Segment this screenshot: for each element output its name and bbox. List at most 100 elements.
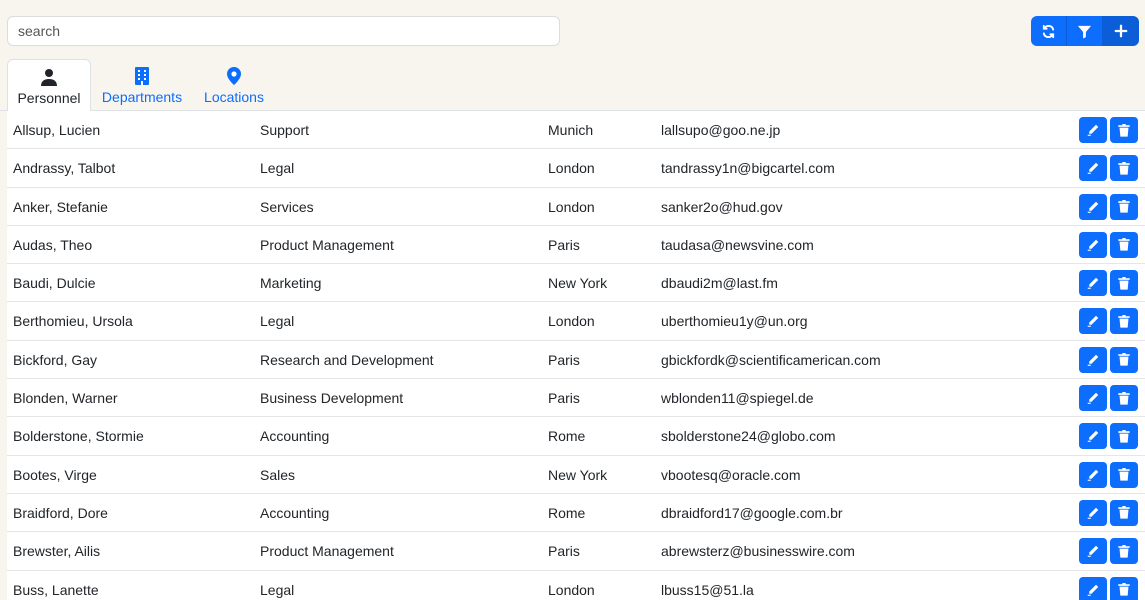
delete-button[interactable] xyxy=(1110,193,1138,220)
person-icon xyxy=(41,67,57,87)
table-row: Buss, Lanette Legal London lbuss15@51.la xyxy=(7,571,1145,600)
edit-button[interactable] xyxy=(1079,117,1107,143)
edit-button[interactable] xyxy=(1079,499,1107,526)
cell-name: Berthomieu, Ursola xyxy=(13,313,133,330)
refresh-button[interactable] xyxy=(1031,16,1067,46)
cell-name: Buss, Lanette xyxy=(13,581,99,598)
cell-department: Product Management xyxy=(260,543,394,560)
table-row: Bickford, Gay Research and Development P… xyxy=(7,341,1145,380)
pencil-icon xyxy=(1087,584,1099,596)
trash-icon xyxy=(1118,468,1130,481)
search-input[interactable] xyxy=(7,16,560,46)
trash-icon xyxy=(1118,391,1130,405)
delete-button[interactable] xyxy=(1110,231,1138,258)
cell-name: Allsup, Lucien xyxy=(13,122,101,138)
edit-button[interactable] xyxy=(1079,461,1107,488)
trash-icon xyxy=(1118,200,1130,213)
map-pin-icon xyxy=(227,66,241,86)
cell-email: wblonden11@spiegel.de xyxy=(661,390,814,407)
edit-button[interactable] xyxy=(1079,193,1107,220)
tab-personnel[interactable]: Personnel xyxy=(7,59,91,112)
cell-location: Paris xyxy=(548,236,580,253)
cell-name: Bolderstone, Stormie xyxy=(13,428,144,445)
cell-department: Product Management xyxy=(260,236,394,253)
delete-button[interactable] xyxy=(1110,576,1138,600)
delete-button[interactable] xyxy=(1110,385,1138,412)
trash-icon xyxy=(1118,314,1130,328)
filter-button[interactable] xyxy=(1067,16,1103,46)
cell-name: Anker, Stefanie xyxy=(13,198,108,215)
pencil-icon xyxy=(1087,507,1099,519)
tab-bar: Personnel Departments Locations xyxy=(0,59,1145,112)
edit-button[interactable] xyxy=(1079,538,1107,565)
cell-name: Bickford, Gay xyxy=(13,351,98,368)
pencil-icon xyxy=(1087,546,1099,558)
delete-button[interactable] xyxy=(1110,461,1138,488)
cell-location: Rome xyxy=(548,504,586,521)
edit-button[interactable] xyxy=(1079,385,1107,412)
pencil-icon xyxy=(1087,431,1099,443)
edit-button[interactable] xyxy=(1079,423,1107,450)
personnel-table: Allsup, Lucien Support Munich lallsupo@g… xyxy=(7,111,1145,600)
edit-button[interactable] xyxy=(1079,155,1107,182)
cell-name: Blonden, Warner xyxy=(13,390,118,407)
tab-label: Personnel xyxy=(17,90,81,106)
cell-location: Paris xyxy=(548,543,580,560)
pencil-icon xyxy=(1087,316,1099,328)
edit-button[interactable] xyxy=(1079,231,1107,258)
delete-button[interactable] xyxy=(1110,346,1138,373)
trash-icon xyxy=(1118,583,1130,596)
cell-name: Baudi, Dulcie xyxy=(13,275,96,292)
cell-department: Business Development xyxy=(260,390,404,407)
refresh-icon xyxy=(1042,24,1055,38)
cell-department: Marketing xyxy=(260,275,322,292)
cell-email: dbraidford17@google.com.br xyxy=(661,504,843,521)
cell-department: Research and Development xyxy=(260,351,434,368)
pencil-icon xyxy=(1087,277,1099,289)
delete-button[interactable] xyxy=(1110,538,1138,565)
cell-email: vbootesq@oracle.com xyxy=(661,466,801,483)
cell-email: sbolderstone24@globo.com xyxy=(661,428,836,445)
table-row: Audas, Theo Product Management Paris tau… xyxy=(7,226,1145,265)
pencil-icon xyxy=(1087,124,1099,136)
delete-button[interactable] xyxy=(1110,308,1138,335)
filter-icon xyxy=(1077,25,1092,39)
cell-email: lbuss15@51.la xyxy=(661,581,754,598)
delete-button[interactable] xyxy=(1110,499,1138,526)
table-row: Andrassy, Talbot Legal London tandrassy1… xyxy=(7,149,1145,188)
cell-department: Services xyxy=(260,198,314,215)
edit-button[interactable] xyxy=(1079,346,1107,373)
table-row: Allsup, Lucien Support Munich lallsupo@g… xyxy=(7,111,1145,150)
toolbar-button-group xyxy=(1031,16,1139,46)
table-row: Baudi, Dulcie Marketing New York dbaudi2… xyxy=(7,264,1145,303)
cell-department: Legal xyxy=(260,581,295,598)
delete-button[interactable] xyxy=(1110,270,1138,297)
cell-department: Legal xyxy=(260,160,295,177)
cell-email: gbickfordk@scientificamerican.com xyxy=(661,351,881,368)
delete-button[interactable] xyxy=(1110,117,1138,143)
top-bar xyxy=(0,0,1145,59)
cell-location: Paris xyxy=(548,351,580,368)
cell-email: taudasa@newsvine.com xyxy=(661,236,814,253)
cell-email: dbaudi2m@last.fm xyxy=(661,275,778,292)
cell-department: Accounting xyxy=(260,428,330,445)
pencil-icon xyxy=(1087,392,1099,404)
delete-button[interactable] xyxy=(1110,155,1138,182)
trash-icon xyxy=(1118,544,1130,558)
edit-button[interactable] xyxy=(1079,576,1107,600)
cell-name: Brewster, Ailis xyxy=(13,543,101,560)
cell-department: Support xyxy=(260,122,310,138)
edit-button[interactable] xyxy=(1079,270,1107,297)
tab-locations[interactable]: Locations xyxy=(199,59,269,111)
cell-location: New York xyxy=(548,275,608,292)
cell-department: Accounting xyxy=(260,504,330,521)
cell-location: New York xyxy=(548,466,608,483)
cell-email: lallsupo@goo.ne.jp xyxy=(661,122,781,138)
cell-email: sanker2o@hud.gov xyxy=(661,198,783,215)
building-icon xyxy=(135,66,149,86)
add-button[interactable] xyxy=(1103,16,1139,46)
edit-button[interactable] xyxy=(1079,308,1107,335)
cell-name: Braidford, Dore xyxy=(13,504,108,521)
delete-button[interactable] xyxy=(1110,423,1138,450)
tab-departments[interactable]: Departments xyxy=(97,59,187,111)
